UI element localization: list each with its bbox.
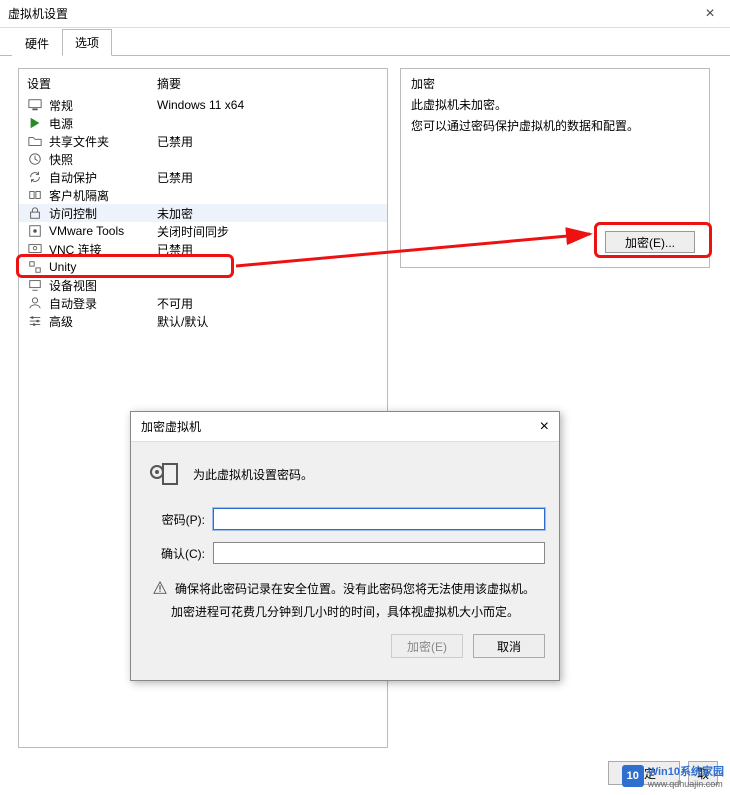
monitor-icon: [27, 98, 43, 112]
setting-summary: 已禁用: [157, 241, 379, 258]
setting-row-unity[interactable]: Unity: [19, 258, 387, 276]
dialog-cancel-button[interactable]: 取消: [473, 634, 545, 658]
setting-row-power[interactable]: 电源: [19, 114, 387, 132]
column-headers: 设置 摘要: [19, 69, 387, 96]
tab-hardware[interactable]: 硬件: [12, 30, 62, 56]
content-area: 设置 摘要 常规 Windows 11 x64 电源 共享文件夹 已禁用 快照 …: [0, 56, 730, 746]
warning-text: 确保将此密码记录在安全位置。没有此密码您将无法使用该虚拟机。: [175, 580, 535, 597]
key-icon: [145, 456, 181, 492]
play-icon: [27, 116, 43, 130]
setting-label: 共享文件夹: [49, 133, 157, 150]
encryption-description: 您可以通过密码保护虚拟机的数据和配置。: [401, 115, 709, 136]
folder-icon: [27, 134, 43, 148]
dialog-close-icon[interactable]: ×: [540, 418, 549, 436]
setting-row-general[interactable]: 常规 Windows 11 x64: [19, 96, 387, 114]
titlebar: 虚拟机设置 ×: [0, 0, 730, 28]
dialog-heading: 为此虚拟机设置密码。: [193, 466, 313, 483]
device-icon: [27, 278, 43, 292]
sliders-icon: [27, 314, 43, 328]
setting-row-shared-folders[interactable]: 共享文件夹 已禁用: [19, 132, 387, 150]
setting-summary: 关闭时间同步: [157, 223, 379, 240]
setting-label: 自动保护: [49, 169, 157, 186]
setting-summary: 已禁用: [157, 169, 379, 186]
dialog-title: 加密虚拟机: [141, 418, 201, 435]
setting-row-vmware-tools[interactable]: VMware Tools 关闭时间同步: [19, 222, 387, 240]
setting-label: VNC 连接: [49, 241, 157, 258]
clock-icon: [27, 152, 43, 166]
setting-row-advanced[interactable]: 高级 默认/默认: [19, 312, 387, 330]
confirm-input[interactable]: [213, 542, 545, 564]
setting-label: 设备视图: [49, 277, 157, 294]
lock-icon: [27, 206, 43, 220]
tools-icon: [27, 224, 43, 238]
setting-row-vnc[interactable]: VNC 连接 已禁用: [19, 240, 387, 258]
setting-label: 客户机隔离: [49, 187, 157, 204]
setting-row-access-control[interactable]: 访问控制 未加密: [19, 204, 387, 222]
setting-label: Unity: [49, 260, 157, 274]
setting-summary: Windows 11 x64: [157, 98, 379, 112]
warning-icon: [153, 581, 167, 595]
isolation-icon: [27, 188, 43, 202]
setting-row-snapshot[interactable]: 快照: [19, 150, 387, 168]
refresh-icon: [27, 170, 43, 184]
setting-label: 常规: [49, 97, 157, 114]
close-icon[interactable]: ×: [690, 0, 730, 28]
setting-row-device-view[interactable]: 设备视图: [19, 276, 387, 294]
confirm-label: 确认(C):: [145, 545, 205, 562]
setting-label: 快照: [49, 151, 157, 168]
encrypt-dialog: 加密虚拟机 × 为此虚拟机设置密码。 密码(P): 确认(C): 确保将此密码记…: [130, 411, 560, 681]
col-setting: 设置: [27, 75, 157, 92]
password-input[interactable]: [213, 508, 545, 530]
encrypt-button[interactable]: 加密(E)...: [605, 231, 695, 253]
col-summary: 摘要: [157, 75, 379, 92]
tab-options[interactable]: 选项: [62, 29, 112, 56]
setting-label: 电源: [49, 115, 157, 132]
unity-icon: [27, 260, 43, 274]
setting-label: 高级: [49, 313, 157, 330]
watermark-url: www.qdhuajin.com: [648, 779, 724, 789]
setting-row-guest-isolation[interactable]: 客户机隔离: [19, 186, 387, 204]
encryption-status: 此虚拟机未加密。: [401, 94, 709, 115]
setting-row-autologin[interactable]: 自动登录 不可用: [19, 294, 387, 312]
watermark-logo: 10: [622, 765, 644, 787]
tab-strip: 硬件 选项: [0, 28, 730, 56]
vnc-icon: [27, 242, 43, 256]
setting-summary: 不可用: [157, 295, 379, 312]
setting-summary: 未加密: [157, 205, 379, 222]
setting-label: 自动登录: [49, 295, 157, 312]
watermark-title: Win10系统家园: [648, 766, 724, 778]
dialog-titlebar: 加密虚拟机 ×: [131, 412, 559, 442]
setting-label: VMware Tools: [49, 224, 157, 238]
password-label: 密码(P):: [145, 511, 205, 528]
dialog-encrypt-button[interactable]: 加密(E): [391, 634, 463, 658]
setting-summary: 默认/默认: [157, 313, 379, 330]
encryption-title: 加密: [401, 69, 709, 94]
window-title: 虚拟机设置: [8, 0, 68, 28]
encryption-panel: 加密 此虚拟机未加密。 您可以通过密码保护虚拟机的数据和配置。 加密(E)...: [400, 68, 710, 268]
setting-row-autoprotect[interactable]: 自动保护 已禁用: [19, 168, 387, 186]
user-icon: [27, 296, 43, 310]
setting-summary: 已禁用: [157, 133, 379, 150]
dialog-note: 加密进程可花费几分钟到几小时的时间，具体视虚拟机大小而定。: [131, 597, 559, 620]
setting-label: 访问控制: [49, 205, 157, 222]
watermark: 10 Win10系统家园 www.qdhuajin.com: [622, 763, 724, 789]
